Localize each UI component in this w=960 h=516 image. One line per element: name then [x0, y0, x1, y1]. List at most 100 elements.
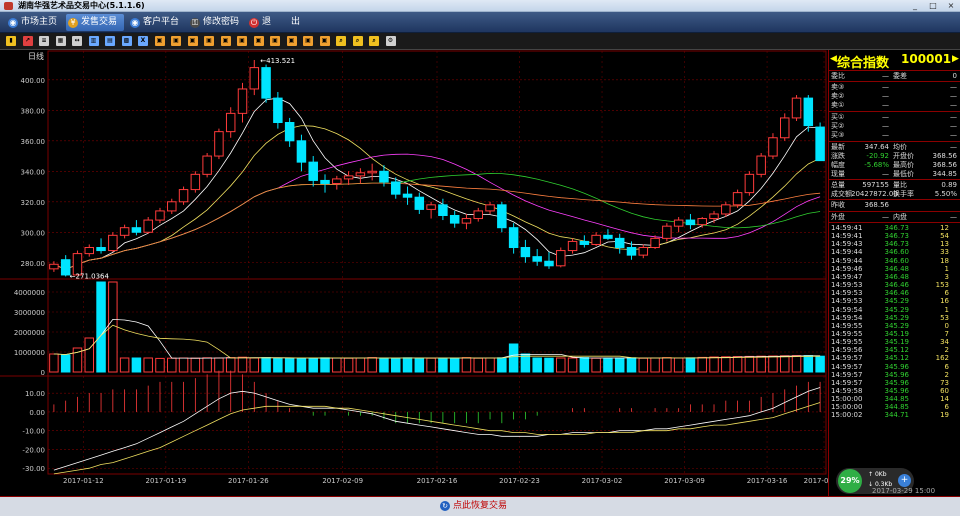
- menu-issue-trading[interactable]: ¥ 发售交易: [66, 14, 124, 31]
- candle-body: [202, 155, 212, 175]
- tick-price: 344.85: [884, 395, 910, 404]
- menu-change-password[interactable]: ⚿ 修改密码: [188, 14, 239, 31]
- quote-row: 现量 — 最低价 344.85: [829, 170, 959, 179]
- candle-body: [402, 193, 413, 198]
- toolbar-button-6[interactable]: ▥: [88, 36, 99, 46]
- quote-label: 买②: [831, 122, 845, 130]
- date-label: 2017-01-12: [63, 477, 104, 485]
- toolbar-button-23[interactable]: ⌕: [369, 36, 379, 46]
- quote-value: —: [882, 170, 889, 178]
- toolbar-button-15[interactable]: ▣: [237, 36, 247, 46]
- quote-label: 均价: [893, 143, 907, 151]
- candle-body: [284, 122, 295, 142]
- candle-body: [190, 173, 201, 191]
- tick-row: 14:59:55 345.19 7: [829, 330, 959, 338]
- tick-price: 344.85: [884, 403, 910, 412]
- quote-row: 买③ — —: [829, 131, 959, 140]
- next-arrow-icon[interactable]: ▶: [952, 54, 959, 64]
- tick-price: 345.29: [884, 321, 910, 330]
- toolbar-button-18[interactable]: ▣: [286, 36, 297, 46]
- toolbar-button-12[interactable]: ▣: [187, 36, 198, 46]
- toolbar-button-19[interactable]: ▣: [303, 36, 313, 46]
- candle-body: [438, 204, 448, 216]
- close-button[interactable]: ×: [944, 1, 958, 11]
- toolbar-button-22[interactable]: ⌕: [352, 36, 363, 46]
- toolbar-button-8[interactable]: ▩: [121, 36, 132, 46]
- toolbar-button-11[interactable]: ▣: [171, 36, 181, 46]
- volume-bar: [732, 356, 743, 373]
- tick-row: 15:00:00 344.85 14: [829, 395, 959, 403]
- date-label: 2017-02-09: [322, 477, 363, 485]
- tick-row: 14:59:57 345.96 2: [829, 371, 959, 379]
- toolbar-button-21[interactable]: ⌕: [336, 36, 346, 46]
- kline-chart[interactable]: 400.00 380.00 360.00 340.00 320.00 300.00 280.…: [0, 50, 828, 496]
- volume-bar: [379, 357, 389, 373]
- menu-exit-tail[interactable]: 出: [276, 14, 300, 31]
- toolbar-button-9[interactable]: X: [138, 36, 148, 46]
- candle-body: [744, 173, 755, 194]
- ma5-line: [53, 97, 821, 271]
- toolbar-button-17[interactable]: ▣: [270, 36, 280, 46]
- toolbar-button-14[interactable]: ▣: [220, 36, 231, 46]
- volume-bar: [673, 357, 684, 373]
- tick-time: 14:59:55: [831, 338, 863, 347]
- toolbar-button-13[interactable]: ▣: [204, 36, 214, 46]
- volume-tick-label: 4000000: [14, 289, 45, 297]
- toolbar-button-1[interactable]: ▮: [6, 36, 16, 46]
- chart-toolbar: ▮ ↗ ≡ ▦ ↔ ▥ ▤ ▩ X ▣ ▣ ▣ ▣ ▣ ▣ ▣ ▣ ▣ ▣ ▣ ⌕ ⌕ ⌕ ⚙: [0, 33, 960, 50]
- quote-label: 最低价: [893, 170, 914, 178]
- tick-row: 14:59:57 345.96 6: [829, 363, 959, 371]
- toolbar-button-20[interactable]: ▣: [319, 36, 330, 46]
- candle-body: [461, 218, 472, 224]
- prev-arrow-icon[interactable]: ◀: [830, 54, 837, 64]
- toolbar-button-4[interactable]: ▦: [55, 36, 66, 46]
- candle-body: [603, 234, 613, 239]
- volume-bar: [367, 357, 377, 373]
- tick-row: 14:59:41 346.73 12: [829, 224, 959, 232]
- tick-time: 15:00:00: [831, 403, 863, 412]
- menu-client-platform[interactable]: ◉ 客户平台: [128, 14, 179, 31]
- volume-bar: [119, 357, 130, 373]
- toolbar-button-24[interactable]: ⚙: [385, 36, 396, 46]
- volume-bar: [190, 357, 201, 373]
- quote-row: 成交额 20427872.00 换手率 5.50%: [829, 190, 959, 199]
- quote-value: —: [950, 92, 957, 100]
- tick-row: 14:59:46 346.48 1: [829, 265, 959, 273]
- quote-row: 卖③ — —: [829, 83, 959, 92]
- toolbar-button-2[interactable]: ↗: [22, 36, 33, 46]
- quote-value: 0.89: [941, 181, 957, 189]
- toolbar-button-7[interactable]: ▤: [105, 36, 115, 46]
- toolbar-button-10[interactable]: ▣: [154, 36, 165, 46]
- quote-value: —: [950, 113, 957, 121]
- window-title: 湖南华强艺术品交易中心(5.1.1.6): [18, 1, 145, 10]
- quote-value: —: [882, 92, 889, 100]
- tick-time: 14:59:46: [831, 264, 863, 273]
- volume-bar: [320, 357, 330, 373]
- toolbar-button-3[interactable]: ≡: [39, 36, 49, 46]
- plus-icon[interactable]: +: [898, 474, 911, 487]
- menu-exit[interactable]: ⏻ 退: [247, 14, 271, 31]
- menu-market-home[interactable]: ◉ 市场主页: [6, 14, 57, 31]
- volume-tick-label: 2000000: [14, 329, 45, 337]
- tick-price: 345.12: [884, 346, 910, 355]
- resume-trading-button[interactable]: ↻ 点此恢复交易: [440, 501, 507, 512]
- volume-bar: [473, 357, 484, 373]
- tick-price: 346.73: [884, 240, 910, 249]
- quote-separator: [829, 141, 960, 142]
- tick-row: 14:59:55 345.29 0: [829, 322, 959, 330]
- minimize-button[interactable]: _: [908, 1, 922, 11]
- macd-tick-label: 10.00: [25, 390, 45, 398]
- maximize-button[interactable]: □: [926, 1, 940, 11]
- tick-row: 14:59:54 345.29 1: [829, 306, 959, 314]
- toolbar-button-16[interactable]: ▣: [253, 36, 264, 46]
- candle-body: [237, 88, 248, 114]
- toolbar-button-5[interactable]: ↔: [72, 36, 82, 46]
- date-label: 2017-03-02: [582, 477, 623, 485]
- candle-body: [332, 178, 342, 184]
- quote-value: 368.56: [932, 161, 958, 169]
- candle-body: [60, 259, 71, 276]
- tick-row: 14:59:54 345.29 53: [829, 314, 959, 322]
- kline-chart-area[interactable]: 400.00 380.00 360.00 340.00 320.00 300.00 280.…: [0, 50, 828, 496]
- tick-time: 14:59:56: [831, 346, 863, 355]
- quote-value: —: [950, 83, 957, 91]
